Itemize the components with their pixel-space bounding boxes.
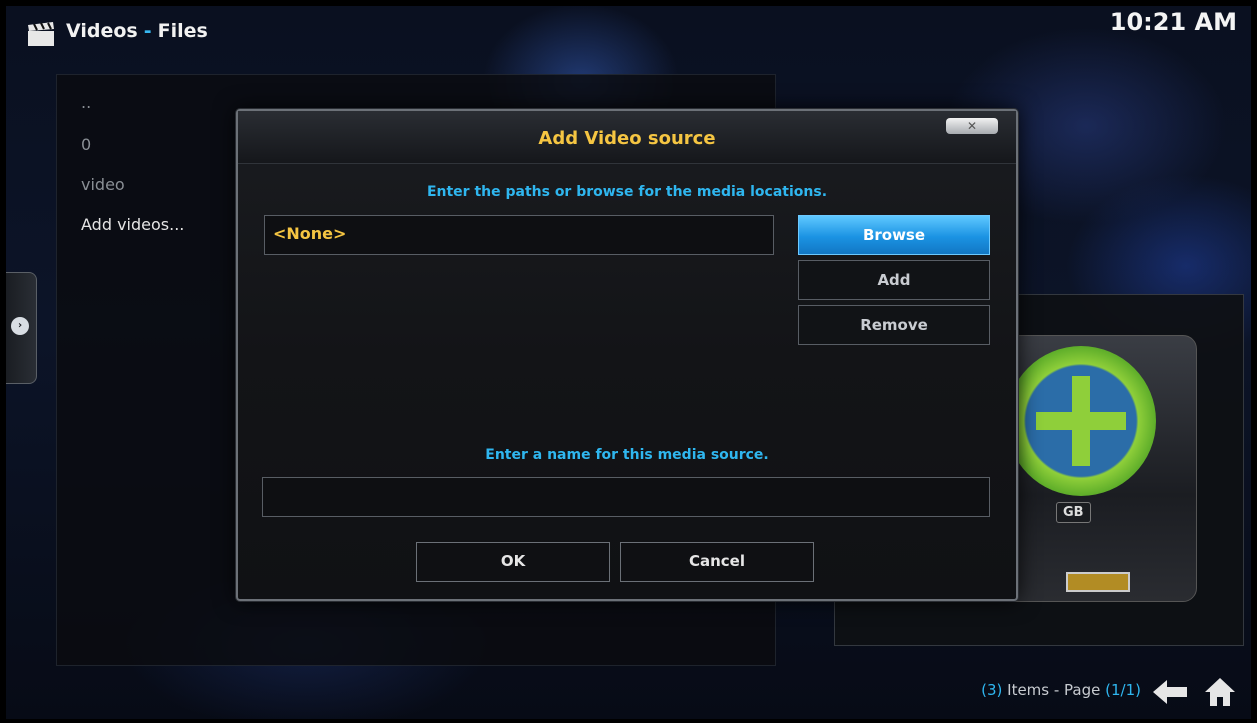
cancel-button[interactable]: Cancel <box>620 542 814 582</box>
status-bar: (3) Items - Page (1/1) <box>981 681 1141 699</box>
close-icon[interactable]: ✕ <box>946 118 998 134</box>
page-indicator: 1/1 <box>1111 681 1136 699</box>
breadcrumb-view: Files <box>157 20 208 42</box>
list-item-add-videos[interactable]: Add videos... <box>81 215 184 234</box>
back-arrow-icon[interactable] <box>1151 677 1191 707</box>
dialog-title: Add Video source <box>538 128 716 149</box>
side-menu-tab[interactable]: › <box>6 272 37 384</box>
top-bar: Videos - Files 10:21 AM <box>6 6 1251 66</box>
usb-port-icon <box>1066 572 1130 592</box>
clapperboard-icon <box>28 22 54 46</box>
source-path-item[interactable]: <None> <box>273 224 346 243</box>
list-item[interactable]: video <box>81 175 125 194</box>
media-center-screen: Videos - Files 10:21 AM .. 0 video Add vid… <box>6 6 1251 719</box>
items-page-label: Items - Page <box>1002 681 1106 699</box>
item-count: 3 <box>986 681 997 699</box>
paths-prompt: Enter the paths or browse for the media … <box>426 184 828 200</box>
ok-button[interactable]: OK <box>416 542 610 582</box>
source-name-input[interactable] <box>262 477 990 517</box>
dialog-header: Add Video source ✕ <box>238 111 1016 164</box>
name-prompt: Enter a name for this media source. <box>485 447 769 463</box>
browse-button[interactable]: Browse <box>798 215 990 255</box>
list-item[interactable]: 0 <box>81 135 91 154</box>
chevron-right-icon: › <box>11 317 29 335</box>
plus-circle-icon <box>1006 346 1156 496</box>
add-video-source-dialog: Add Video source ✕ Enter the paths or br… <box>236 109 1018 601</box>
clock: 10:21 AM <box>1109 8 1237 36</box>
home-icon[interactable] <box>1203 675 1237 709</box>
add-button[interactable]: Add <box>798 260 990 300</box>
breadcrumb-section: Videos <box>66 20 138 42</box>
page-close: ) <box>1135 681 1141 699</box>
drive-size-badge: GB <box>1056 502 1091 523</box>
remove-button[interactable]: Remove <box>798 305 990 345</box>
source-path-list[interactable]: <None> <box>264 215 774 255</box>
breadcrumb: Videos - Files <box>66 20 208 42</box>
breadcrumb-separator: - <box>143 20 152 42</box>
list-item-parent[interactable]: .. <box>81 93 91 112</box>
